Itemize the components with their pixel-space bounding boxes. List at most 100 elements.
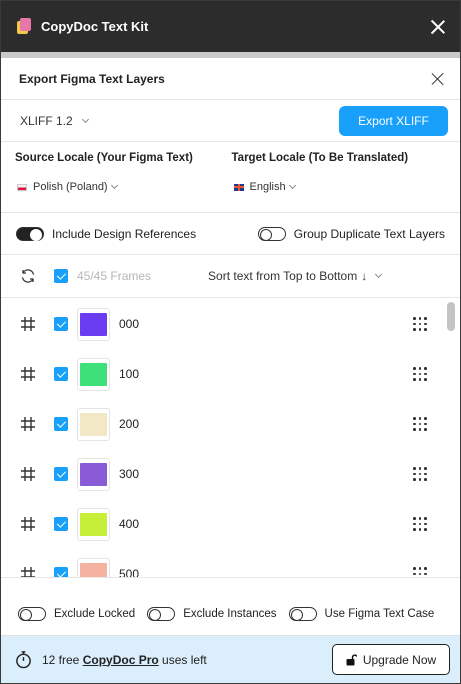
drag-handle-icon[interactable] [413, 567, 427, 577]
free-uses-text: 12 free CopyDoc Pro uses left [42, 653, 332, 667]
use-figma-text-case-option: Use Figma Text Case [288, 607, 435, 621]
source-locale-label: Source Locale (Your Figma Text) [15, 152, 193, 164]
locale-row: Source Locale (Your Figma Text) Polish (… [1, 142, 460, 213]
frame-hash-icon [21, 467, 35, 481]
exclude-locked-option: Exclude Locked [18, 607, 135, 621]
arrow-down-icon: ↓ [361, 269, 368, 283]
frame-thumbnail [77, 307, 110, 341]
drag-handle-icon[interactable] [413, 517, 427, 531]
frame-row[interactable]: 300 [1, 449, 446, 499]
select-all-checkbox[interactable] [54, 269, 68, 283]
sort-order-value: Sort text from Top to Bottom [208, 269, 358, 283]
frame-thumbnail-image [80, 412, 107, 436]
unlock-icon [346, 653, 357, 665]
frame-hash-icon [21, 517, 35, 531]
frame-thumbnail-image [80, 462, 107, 486]
format-row: XLIFF 1.2 Export XLIFF [1, 100, 460, 142]
dialog-header: Export Figma Text Layers [1, 58, 460, 100]
exclude-locked-toggle[interactable] [18, 607, 46, 621]
refresh-icon[interactable] [20, 268, 36, 284]
free-uses-suffix: uses left [158, 652, 207, 667]
frame-name: 000 [119, 317, 140, 331]
group-duplicates-option: Group Duplicate Text Layers [257, 226, 445, 241]
poland-flag-icon [17, 183, 27, 191]
format-select[interactable]: XLIFF 1.2 [20, 114, 339, 128]
stopwatch-icon [16, 651, 31, 669]
frame-row[interactable]: 200 [1, 399, 446, 449]
frame-checkbox[interactable] [54, 517, 68, 531]
source-locale-section: Source Locale (Your Figma Text) Polish (… [15, 152, 232, 212]
chevron-down-icon [110, 181, 118, 190]
frame-hash-icon [21, 567, 35, 577]
frames-count: 45/45 Frames [77, 269, 152, 283]
drag-handle-icon[interactable] [413, 317, 427, 331]
frame-thumbnail-image [80, 362, 107, 386]
target-locale-section: Target Locale (To Be Translated) English [232, 152, 449, 212]
upgrade-now-label: Upgrade Now [362, 652, 437, 667]
drag-handle-icon[interactable] [413, 367, 427, 381]
close-dialog-icon[interactable] [432, 73, 444, 85]
frame-row[interactable]: 400 [1, 499, 446, 549]
chevron-down-icon [375, 270, 383, 279]
title-bar: CopyDoc Text Kit [1, 1, 460, 52]
frame-name: 300 [119, 467, 140, 481]
frame-thumbnail-image [80, 562, 107, 577]
include-design-refs-option: Include Design References [16, 226, 196, 241]
frame-name: 200 [119, 417, 140, 431]
scrollbar[interactable] [447, 302, 455, 576]
frames-toolbar: 45/45 Frames Sort text from Top to Botto… [1, 255, 460, 298]
scrollbar-thumb[interactable] [447, 302, 455, 331]
target-locale-select[interactable]: English [232, 181, 449, 193]
copydoc-pro-link[interactable]: CopyDoc Pro [83, 653, 159, 667]
frame-checkbox[interactable] [54, 317, 68, 331]
sort-order-select[interactable]: Sort text from Top to Bottom ↓ [208, 269, 383, 283]
frame-row[interactable]: 500 [1, 549, 446, 578]
frame-thumbnail [77, 507, 110, 541]
format-select-value: XLIFF 1.2 [20, 113, 73, 128]
chevron-down-icon [81, 115, 89, 123]
include-design-refs-toggle[interactable] [16, 226, 44, 241]
frame-thumbnail-image [80, 312, 107, 336]
frame-checkbox[interactable] [54, 367, 68, 381]
frame-name: 500 [119, 567, 140, 578]
drag-handle-icon[interactable] [413, 417, 427, 431]
plugin-window: CopyDoc Text Kit Export Figma Text Layer… [0, 0, 461, 684]
frame-name: 100 [119, 367, 140, 381]
frame-checkbox[interactable] [54, 467, 68, 481]
frame-thumbnail [77, 457, 110, 491]
exclude-instances-label: Exclude Instances [183, 608, 277, 620]
upgrade-footer: 12 free CopyDoc Pro uses left Upgrade No… [1, 635, 460, 683]
frame-thumbnail-image [80, 512, 107, 536]
group-duplicates-toggle[interactable] [257, 226, 286, 241]
frame-checkbox[interactable] [54, 567, 68, 577]
frame-checkbox[interactable] [54, 417, 68, 431]
uk-flag-icon [233, 183, 244, 191]
use-figma-text-case-label: Use Figma Text Case [324, 608, 435, 620]
group-duplicates-label: Group Duplicate Text Layers [293, 226, 445, 241]
frame-row[interactable]: 000 [1, 299, 446, 349]
frame-hash-icon [21, 367, 35, 381]
frame-hash-icon [21, 417, 35, 431]
frame-thumbnail [77, 557, 110, 577]
upgrade-now-button[interactable]: Upgrade Now [332, 644, 450, 675]
chevron-down-icon [288, 181, 296, 190]
app-title: CopyDoc Text Kit [41, 19, 149, 34]
source-locale-value: Polish (Poland) [33, 181, 108, 193]
use-figma-text-case-toggle[interactable] [288, 607, 317, 621]
copydoc-logo-icon [17, 18, 32, 35]
export-xliff-button[interactable]: Export XLIFF [339, 105, 448, 136]
exclude-locked-label: Exclude Locked [54, 608, 136, 620]
close-plugin-icon[interactable] [430, 19, 446, 35]
frame-name: 400 [119, 517, 140, 531]
exclude-instances-toggle[interactable] [147, 607, 176, 621]
toggle-row: Include Design References Group Duplicat… [1, 213, 460, 255]
frame-list: 000 100 200 300 400 500 [1, 299, 460, 578]
frame-thumbnail [77, 357, 110, 391]
drag-handle-icon[interactable] [413, 467, 427, 481]
source-locale-select[interactable]: Polish (Poland) [15, 181, 232, 193]
frame-hash-icon [21, 317, 35, 331]
exclude-instances-option: Exclude Instances [147, 607, 277, 621]
target-locale-value: English [249, 181, 286, 193]
options-row: Exclude Locked Exclude Instances Use Fig… [1, 594, 460, 634]
frame-row[interactable]: 100 [1, 349, 446, 399]
